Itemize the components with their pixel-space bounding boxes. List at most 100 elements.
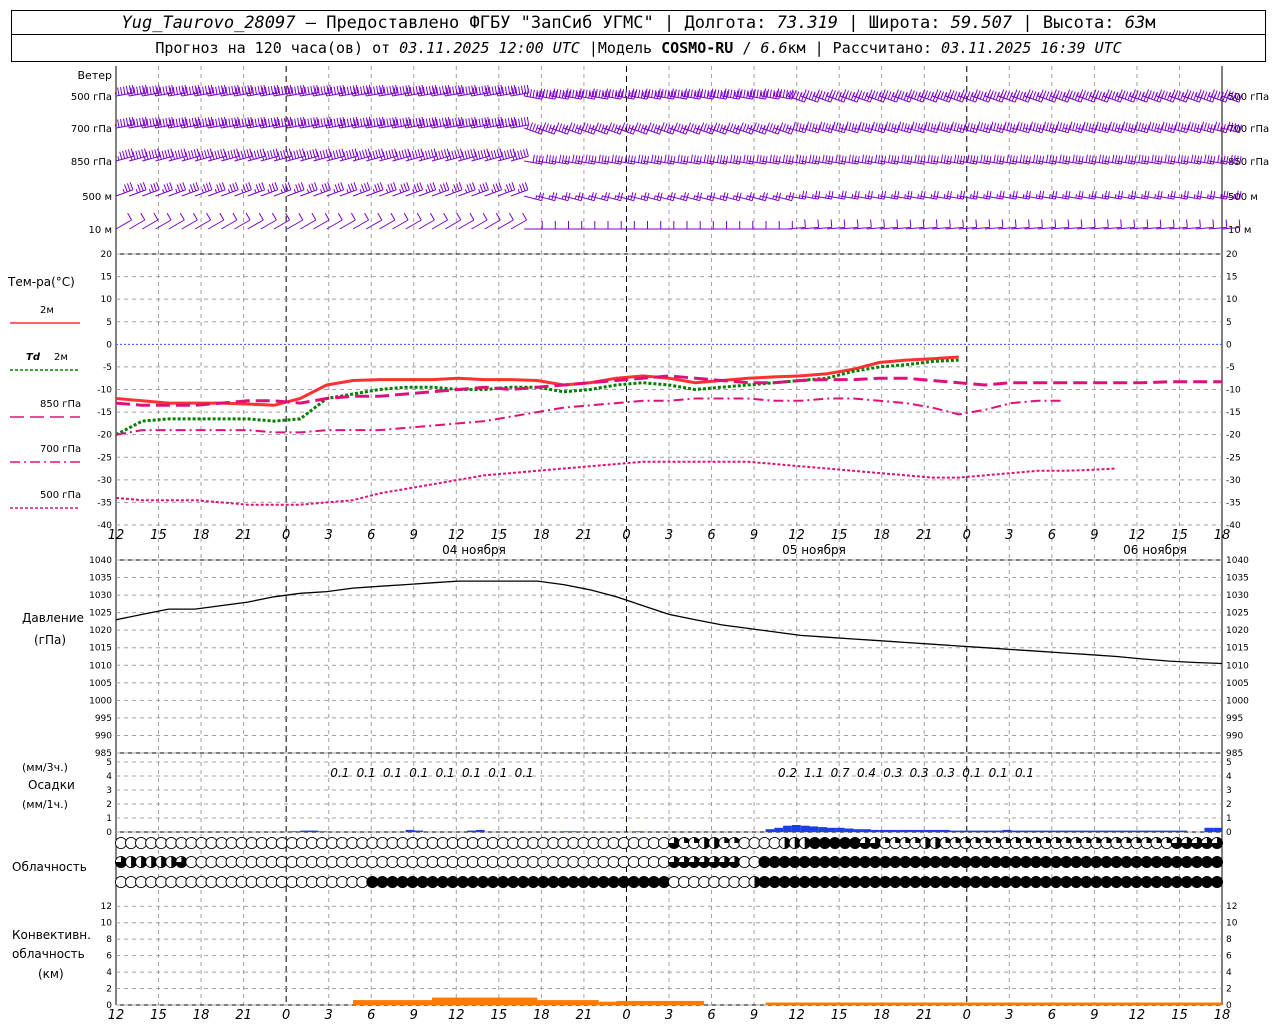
cloud-cell-circle: [939, 875, 952, 889]
pressure-unit: (гПа): [34, 633, 66, 647]
cloud-cell: [275, 875, 288, 889]
cloud-cell: [869, 855, 882, 869]
time-tick-label-bottom: 21: [235, 1008, 252, 1023]
cloud-cell-circle: [426, 855, 439, 869]
wind-barb: [365, 212, 383, 230]
cloud-cell: [1160, 875, 1173, 889]
time-tick-label: 0: [622, 528, 630, 543]
cloud-cell: [859, 836, 872, 850]
cloud-cell: [647, 875, 660, 889]
wind-barb: [379, 182, 397, 197]
cloud-cell: [1090, 875, 1103, 889]
cloud-cell-circle: [165, 836, 178, 850]
wind-barb: [669, 221, 688, 230]
wind-barb: [234, 212, 251, 230]
cloud-cell: [1100, 855, 1113, 869]
cloud-cell-circle: [235, 836, 248, 850]
cloud-cell-circle: [125, 836, 138, 850]
cloud-cell-circle: [607, 855, 620, 869]
cloud-cell-circle: [678, 875, 691, 889]
cloud-cell: [1200, 836, 1213, 850]
cloud-cell: [135, 836, 148, 850]
cloud-cell: [939, 836, 952, 850]
wind-barb: [497, 212, 514, 230]
cloud-cell: [949, 836, 962, 850]
cloud-cell: [637, 875, 650, 889]
pressure-tick-left: 1015: [89, 644, 112, 654]
cloud-cell: [245, 875, 258, 889]
pressure-tick-left: 990: [95, 731, 112, 741]
cloud-cell-circle: [1140, 875, 1153, 889]
cloud-cell: [527, 836, 540, 850]
cloud-cell-circle: [718, 875, 731, 889]
cloud-cell-circle: [848, 875, 862, 889]
cloud-cell: [215, 855, 228, 869]
cloud-cell-circle: [466, 836, 479, 850]
precip-bar: [309, 830, 318, 832]
cloud-cell: [919, 855, 932, 869]
wind-barb: [339, 212, 356, 230]
cloud-cell-circle: [1019, 855, 1032, 869]
cloud-cell-circle: [235, 855, 248, 869]
cloud-cell-circle: [617, 875, 630, 889]
cloud-cell-circle: [1120, 855, 1133, 869]
cloud-cell: [125, 855, 138, 869]
cloud-cell: [185, 836, 198, 850]
precip-bar: [1151, 830, 1161, 832]
wind-barb: [129, 182, 147, 197]
time-tick-label: 12: [448, 528, 465, 543]
time-tick-label-bottom: 3: [1005, 1008, 1013, 1023]
cloud-cell: [647, 855, 660, 869]
cloud-cell: [1200, 855, 1213, 869]
cloud-cell: [788, 855, 801, 869]
wind-barb: [774, 122, 795, 135]
cloud-cell-circle: [1130, 875, 1143, 889]
cloud-cell: [1039, 855, 1053, 869]
temp-tick-right: 20: [1226, 250, 1238, 260]
cloud-cell: [909, 875, 922, 889]
cloud-cell-circle: [366, 875, 379, 889]
cloud-cell: [889, 855, 902, 869]
cloud-cell-circle: [406, 875, 419, 889]
cloud-cell: [185, 855, 198, 869]
precip-bar: [976, 830, 985, 832]
precip-tick-right: 3: [1226, 786, 1232, 796]
precip-sum-label: 0.3: [936, 766, 955, 780]
cloud-cell: [1170, 855, 1183, 869]
cloud-cell: [517, 855, 530, 869]
wind-barb: [748, 221, 767, 230]
precip-sum-label: 0.1: [989, 766, 1008, 780]
cloud-cell: [738, 836, 751, 850]
wind-barb: [761, 221, 780, 230]
cloud-cell: [808, 875, 821, 889]
cloud-cell: [667, 875, 681, 889]
cloud-cell: [587, 855, 600, 869]
wind-barb: [194, 182, 213, 197]
cloud-cell-circle: [808, 875, 821, 889]
cloud-cell: [114, 875, 128, 889]
cloud-cell: [195, 875, 208, 889]
time-tick-label-bottom: 15: [831, 1008, 848, 1023]
cloud-cell-circle: [768, 855, 781, 869]
time-tick-label-bottom: 0: [622, 1008, 630, 1023]
conv-bar: [598, 1001, 617, 1005]
cloud-cell-circle: [688, 875, 701, 889]
precip-bar: [633, 831, 643, 832]
cloud-cell: [225, 875, 238, 889]
cloud-cell: [1050, 836, 1063, 850]
cloud-cell-circle: [215, 855, 228, 869]
cloud-cell: [145, 836, 158, 850]
precip-tick-left: 0: [106, 828, 112, 838]
time-tick-label: 12: [1129, 528, 1146, 543]
precip-bar: [765, 829, 775, 832]
cloud-cell: [828, 836, 841, 850]
time-tick-label-bottom: 18: [1214, 1008, 1231, 1023]
cloud-cell: [1080, 836, 1093, 850]
cloud-cell: [386, 836, 399, 850]
wind-barb: [471, 212, 488, 230]
cloud-cell: [1150, 875, 1163, 889]
cloud-cell-circle: [346, 836, 359, 850]
cloud-cell: [939, 875, 952, 889]
cloud-cell-circle: [547, 875, 560, 889]
cloud-cell-circle: [567, 836, 580, 850]
